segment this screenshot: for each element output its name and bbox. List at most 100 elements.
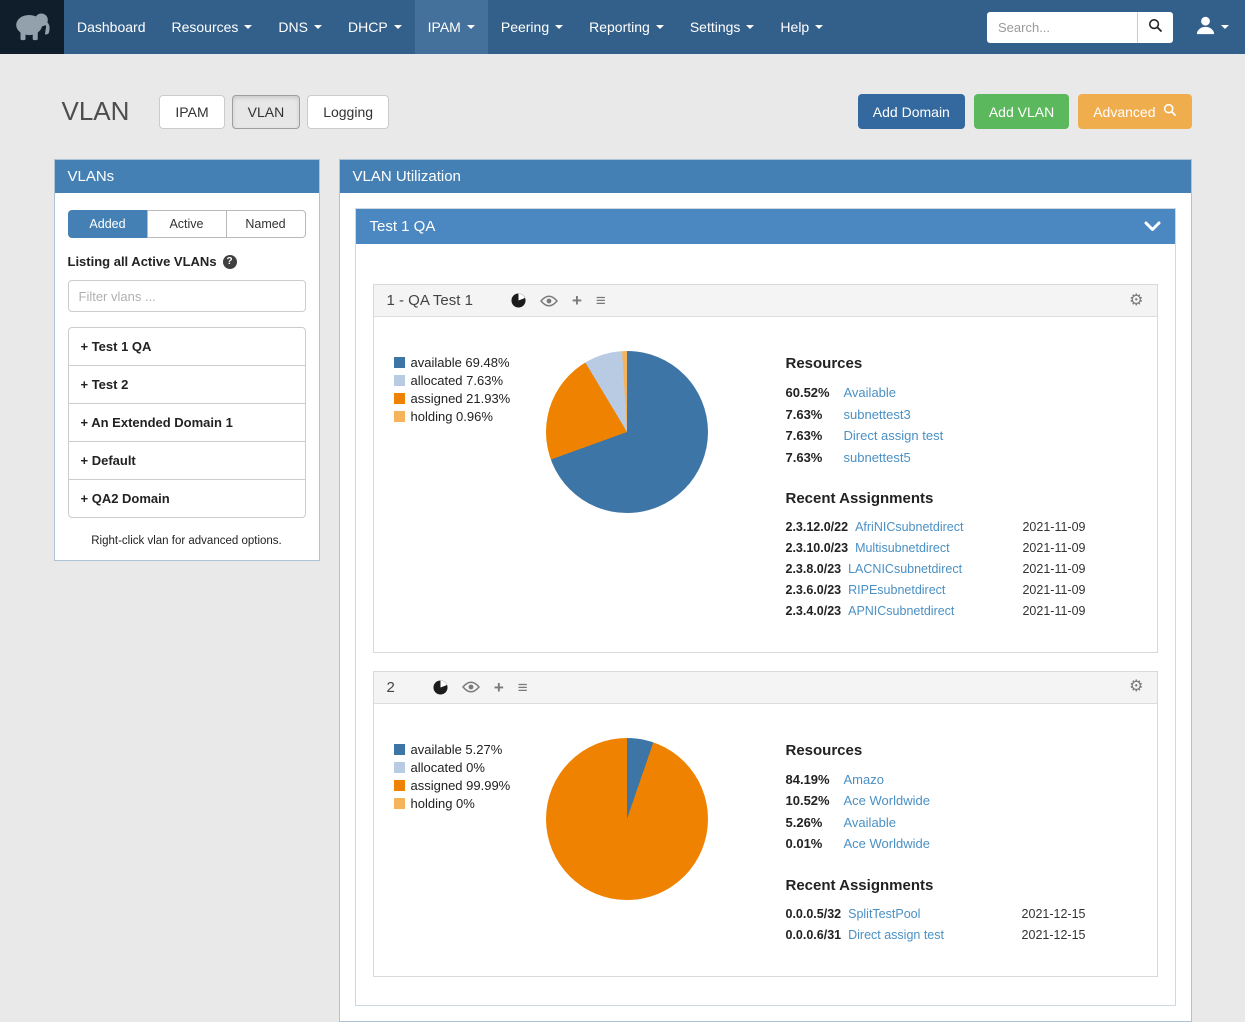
nav-item-dashboard[interactable]: Dashboard xyxy=(64,0,159,54)
add-vlan-button[interactable]: Add VLAN xyxy=(974,94,1069,129)
resource-link[interactable]: subnettest5 xyxy=(844,449,911,467)
assignment-link[interactable]: RIPEsubnetdirect xyxy=(848,582,945,599)
resource-link[interactable]: Ace Worldwide xyxy=(844,792,930,810)
assignment-link[interactable]: LACNICsubnetdirect xyxy=(848,561,962,578)
vlan-filter-input[interactable] xyxy=(68,280,306,312)
legend-label: allocated 0% xyxy=(411,760,485,775)
search-icon xyxy=(1148,18,1163,36)
tab-added[interactable]: Added xyxy=(68,210,148,238)
assignment-date: 2021-11-09 xyxy=(1010,519,1085,536)
nav-item-reporting[interactable]: Reporting xyxy=(576,0,677,54)
chevron-down-icon xyxy=(394,25,402,29)
domain-section: Test 1 QA 1 - QA Test 1 xyxy=(355,208,1176,1006)
pie-chart-icon[interactable] xyxy=(433,680,448,695)
vlan-list-item-test2[interactable]: + Test 2 xyxy=(68,365,306,404)
resource-percent: 84.19% xyxy=(786,771,844,789)
vlans-panel-title: VLANs xyxy=(55,160,319,193)
assignment-link[interactable]: APNICsubnetdirect xyxy=(848,603,954,620)
resource-row: 84.19%Amazo xyxy=(786,771,1086,789)
nav-item-ipam[interactable]: IPAM xyxy=(415,0,488,54)
nav-label: Peering xyxy=(501,19,549,35)
nav-item-resources[interactable]: Resources xyxy=(159,0,266,54)
page-header: VLAN IPAM VLAN Logging Add Domain Add VL… xyxy=(54,94,1192,129)
resource-link[interactable]: Available xyxy=(844,814,897,832)
assignment-cidr: 2.3.6.0/23 xyxy=(786,582,842,599)
advanced-label: Advanced xyxy=(1093,104,1155,120)
pie-chart-icon[interactable] xyxy=(511,293,526,308)
vlan-card-header: 1 - QA Test 1 + ≡ ⚙ xyxy=(374,285,1157,317)
app-logo[interactable] xyxy=(0,0,64,54)
resource-percent: 0.01% xyxy=(786,835,844,853)
domain-header[interactable]: Test 1 QA xyxy=(356,209,1175,244)
vlan-list-item-test1qa[interactable]: + Test 1 QA xyxy=(68,327,306,366)
nav-item-help[interactable]: Help xyxy=(767,0,836,54)
nav-item-peering[interactable]: Peering xyxy=(488,0,576,54)
nav-label: IPAM xyxy=(428,19,461,35)
user-menu[interactable] xyxy=(1189,15,1235,40)
eye-icon[interactable] xyxy=(462,681,480,693)
vlan-card: 1 - QA Test 1 + ≡ ⚙ xyxy=(373,284,1158,653)
nav-item-dhcp[interactable]: DHCP xyxy=(335,0,415,54)
nav-label: Dashboard xyxy=(77,19,146,35)
assignment-row: 2.3.4.0/23APNICsubnetdirect2021-11-09 xyxy=(786,603,1086,620)
nav-item-settings[interactable]: Settings xyxy=(677,0,768,54)
resource-link[interactable]: Amazo xyxy=(844,771,884,789)
chevron-down-icon xyxy=(1221,25,1229,29)
vlan-details: Resources 84.19%Amazo 10.52%Ace Worldwid… xyxy=(786,742,1086,948)
gear-icon[interactable]: ⚙ xyxy=(1129,293,1143,309)
tab-active[interactable]: Active xyxy=(147,210,227,238)
tab-ipam[interactable]: IPAM xyxy=(159,95,224,129)
assignment-link[interactable]: Multisubnetdirect xyxy=(855,540,950,557)
vlan-list-item-default[interactable]: + Default xyxy=(68,441,306,480)
vlan-list-item-extended-domain[interactable]: + An Extended Domain 1 xyxy=(68,403,306,442)
resource-link[interactable]: Available xyxy=(844,384,897,402)
search-icon xyxy=(1163,103,1177,120)
resource-percent: 7.63% xyxy=(786,449,844,467)
assignment-row: 2.3.6.0/23RIPEsubnetdirect2021-11-09 xyxy=(786,582,1086,599)
assignment-link[interactable]: AfriNICsubnetdirect xyxy=(855,519,963,536)
resource-link[interactable]: Direct assign test xyxy=(844,427,944,445)
plus-icon[interactable]: + xyxy=(494,679,504,696)
assignment-cidr: 0.0.0.6/31 xyxy=(786,927,842,944)
add-vlan-label: Add VLAN xyxy=(989,104,1054,120)
vlan-list: + Test 1 QA + Test 2 + An Extended Domai… xyxy=(68,327,306,518)
tab-vlan[interactable]: VLAN xyxy=(232,95,301,129)
search-button[interactable] xyxy=(1137,12,1173,43)
resource-row: 5.26%Available xyxy=(786,814,1086,832)
assignment-link[interactable]: Direct assign test xyxy=(848,927,944,944)
assignment-date: 2021-11-09 xyxy=(1010,561,1085,578)
assignment-date: 2021-11-09 xyxy=(1010,603,1085,620)
tab-named[interactable]: Named xyxy=(226,210,306,238)
add-domain-button[interactable]: Add Domain xyxy=(858,94,965,129)
legend-label: holding 0.96% xyxy=(411,409,493,424)
search-input[interactable] xyxy=(987,12,1137,43)
main-navigation: Dashboard Resources DNS DHCP IPAM Peerin… xyxy=(64,0,836,54)
vlan-list-item-qa2-domain[interactable]: + QA2 Domain xyxy=(68,479,306,518)
chevron-down-icon xyxy=(555,25,563,29)
resource-link[interactable]: subnettest3 xyxy=(844,406,911,424)
eye-icon[interactable] xyxy=(540,295,558,307)
resource-row: 7.63%subnettest3 xyxy=(786,406,1086,424)
help-icon[interactable]: ? xyxy=(223,255,237,269)
assignment-row: 2.3.10.0/23Multisubnetdirect2021-11-09 xyxy=(786,540,1086,557)
assignment-link[interactable]: SplitTestPool xyxy=(848,906,920,923)
nav-label: DNS xyxy=(278,19,308,35)
vlan-name: 2 xyxy=(387,679,395,696)
resource-link[interactable]: Ace Worldwide xyxy=(844,835,930,853)
content-columns: VLANs Added Active Named Listing all Act… xyxy=(54,159,1192,1022)
domain-body: 1 - QA Test 1 + ≡ ⚙ xyxy=(356,244,1175,1005)
menu-icon[interactable]: ≡ xyxy=(596,292,606,309)
tab-logging[interactable]: Logging xyxy=(307,95,389,129)
vlan-card: 2 + ≡ ⚙ xyxy=(373,671,1158,977)
resource-percent: 5.26% xyxy=(786,814,844,832)
menu-icon[interactable]: ≡ xyxy=(518,679,528,696)
legend-item: available 69.48% xyxy=(394,355,546,370)
gear-icon[interactable]: ⚙ xyxy=(1129,679,1143,695)
chevron-down-icon xyxy=(1144,221,1161,232)
assignment-cidr: 2.3.8.0/23 xyxy=(786,561,842,578)
legend-item: holding 0% xyxy=(394,796,546,811)
nav-item-dns[interactable]: DNS xyxy=(265,0,335,54)
vlan-filter-tabs: Added Active Named xyxy=(68,210,306,238)
advanced-button[interactable]: Advanced xyxy=(1078,94,1191,129)
plus-icon[interactable]: + xyxy=(572,292,582,309)
